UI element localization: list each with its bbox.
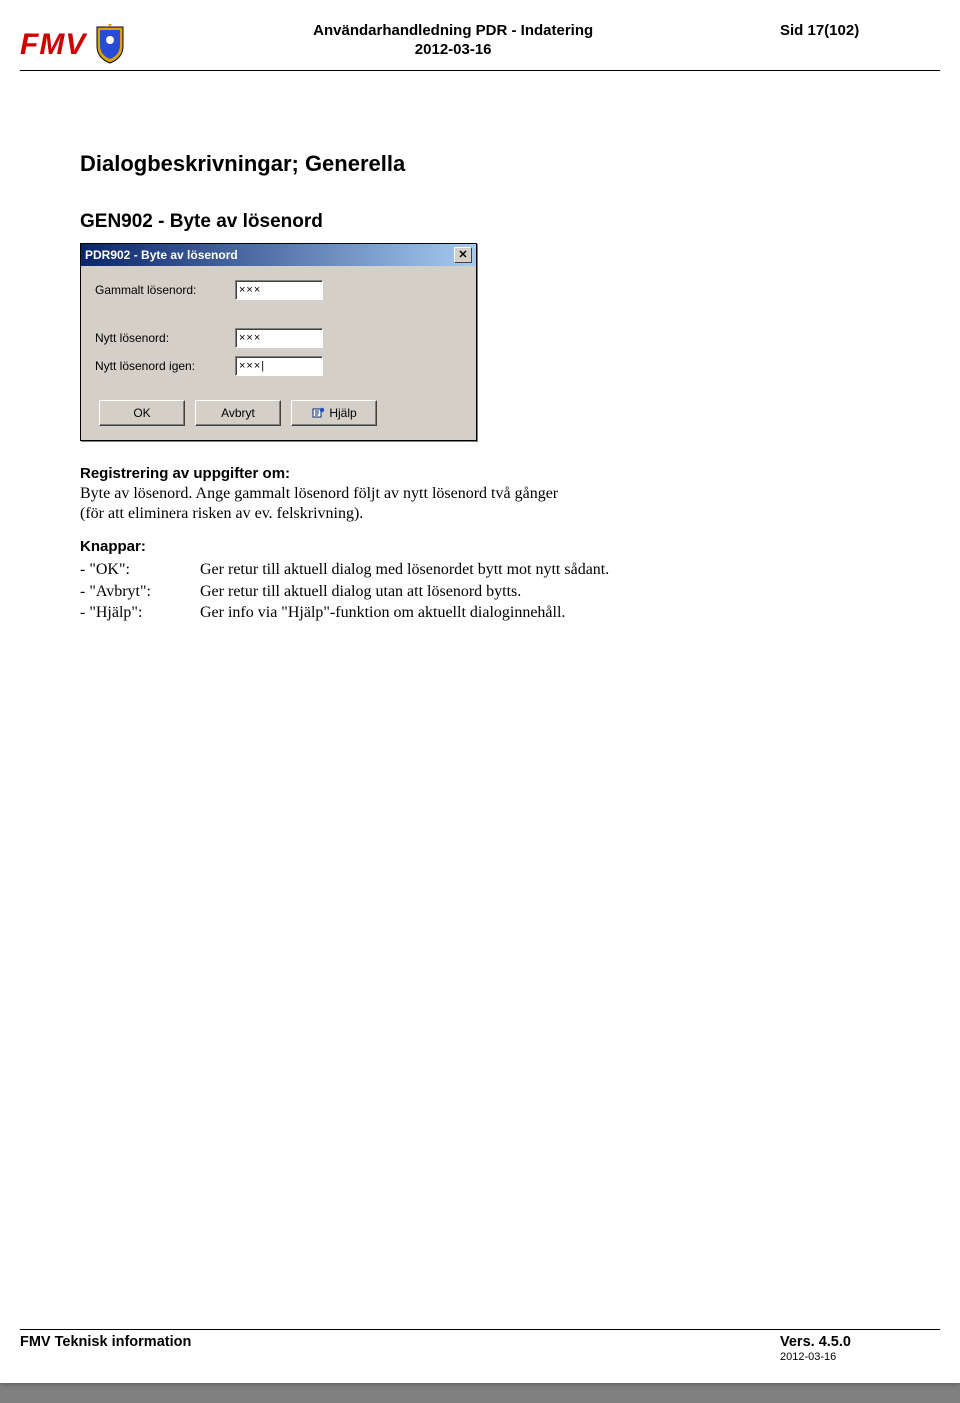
- button-desc-val: Ger info via "Hjälp"-funktion om aktuell…: [200, 602, 880, 624]
- document-page: FMV Användarhandledning PDR - Indatering…: [0, 0, 960, 1383]
- button-desc-row: - "Hjälp": Ger info via "Hjälp"-funktion…: [80, 602, 880, 624]
- cancel-button[interactable]: Avbryt: [195, 400, 281, 426]
- button-desc-key: - "Hjälp":: [80, 602, 200, 624]
- dialog-button-row: OK Avbryt Hjälp: [99, 400, 462, 426]
- header-center: Användarhandledning PDR - Indatering 201…: [126, 20, 780, 58]
- close-glyph: ✕: [458, 250, 467, 261]
- repeat-password-input[interactable]: ×××|: [235, 356, 323, 376]
- old-password-input[interactable]: ×××: [235, 280, 323, 300]
- dialog-window: PDR902 - Byte av lösenord ✕ Gammalt löse…: [80, 243, 477, 441]
- new-password-input[interactable]: ×××: [235, 328, 323, 348]
- org-logo-text: FMV: [20, 28, 86, 62]
- subsection-heading: GEN902 - Byte av lösenord: [80, 211, 880, 233]
- repeat-password-label: Nytt lösenord igen:: [95, 359, 235, 373]
- help-button-label: Hjälp: [329, 406, 356, 420]
- new-password-label: Nytt lösenord:: [95, 331, 235, 345]
- page-number: Sid 17(102): [780, 22, 940, 39]
- close-icon[interactable]: ✕: [454, 247, 472, 263]
- button-desc-row: - "Avbryt": Ger retur till aktuell dialo…: [80, 581, 880, 603]
- registration-line2: (för att eliminera risken av ev. felskri…: [80, 504, 880, 524]
- ok-button-label: OK: [133, 406, 150, 420]
- old-password-label: Gammalt lösenord:: [95, 283, 235, 297]
- button-desc-val: Ger retur till aktuell dialog med löseno…: [200, 559, 880, 581]
- buttons-heading: Knappar:: [80, 538, 880, 555]
- doc-date: 2012-03-16: [126, 41, 780, 58]
- field-row-old: Gammalt lösenord: ×××: [95, 280, 462, 300]
- button-desc-row: - "OK": Ger retur till aktuell dialog me…: [80, 559, 880, 581]
- footer-row: FMV Teknisk information Vers. 4.5.0 2012…: [20, 1334, 940, 1363]
- dialog-body: Gammalt lösenord: ××× Nytt lösenord: ×××…: [81, 266, 476, 440]
- registration-line1: Byte av lösenord. Ange gammalt lösenord …: [80, 484, 880, 504]
- help-button[interactable]: Hjälp: [291, 400, 377, 426]
- field-row-new: Nytt lösenord: ×××: [95, 328, 462, 348]
- cancel-button-label: Avbryt: [221, 406, 255, 420]
- dialog-titlebar: PDR902 - Byte av lösenord ✕: [81, 244, 476, 266]
- doc-title: Användarhandledning PDR - Indatering: [126, 22, 780, 39]
- dialog-title: PDR902 - Byte av lösenord: [85, 248, 454, 262]
- section-heading: Dialogbeskrivningar; Generella: [80, 151, 880, 177]
- footer-rule: [20, 1329, 940, 1330]
- org-crest-icon: [94, 24, 126, 64]
- footer-version: Vers. 4.5.0: [780, 1334, 940, 1350]
- button-desc-val: Ger retur till aktuell dialog utan att l…: [200, 581, 880, 603]
- button-desc-key: - "Avbryt":: [80, 581, 200, 603]
- button-desc-key: - "OK":: [80, 559, 200, 581]
- page-content: Dialogbeskrivningar; Generella GEN902 - …: [20, 71, 940, 624]
- registration-heading: Registrering av uppgifter om:: [80, 465, 880, 482]
- page-footer: FMV Teknisk information Vers. 4.5.0 2012…: [20, 1323, 940, 1363]
- footer-left: FMV Teknisk information: [20, 1334, 780, 1363]
- page-header: FMV Användarhandledning PDR - Indatering…: [20, 20, 940, 64]
- field-row-again: Nytt lösenord igen: ×××|: [95, 356, 462, 376]
- help-icon: [311, 406, 325, 420]
- org-logo: FMV: [20, 26, 126, 64]
- footer-date: 2012-03-16: [780, 1351, 940, 1363]
- footer-right: Vers. 4.5.0 2012-03-16: [780, 1334, 940, 1363]
- ok-button[interactable]: OK: [99, 400, 185, 426]
